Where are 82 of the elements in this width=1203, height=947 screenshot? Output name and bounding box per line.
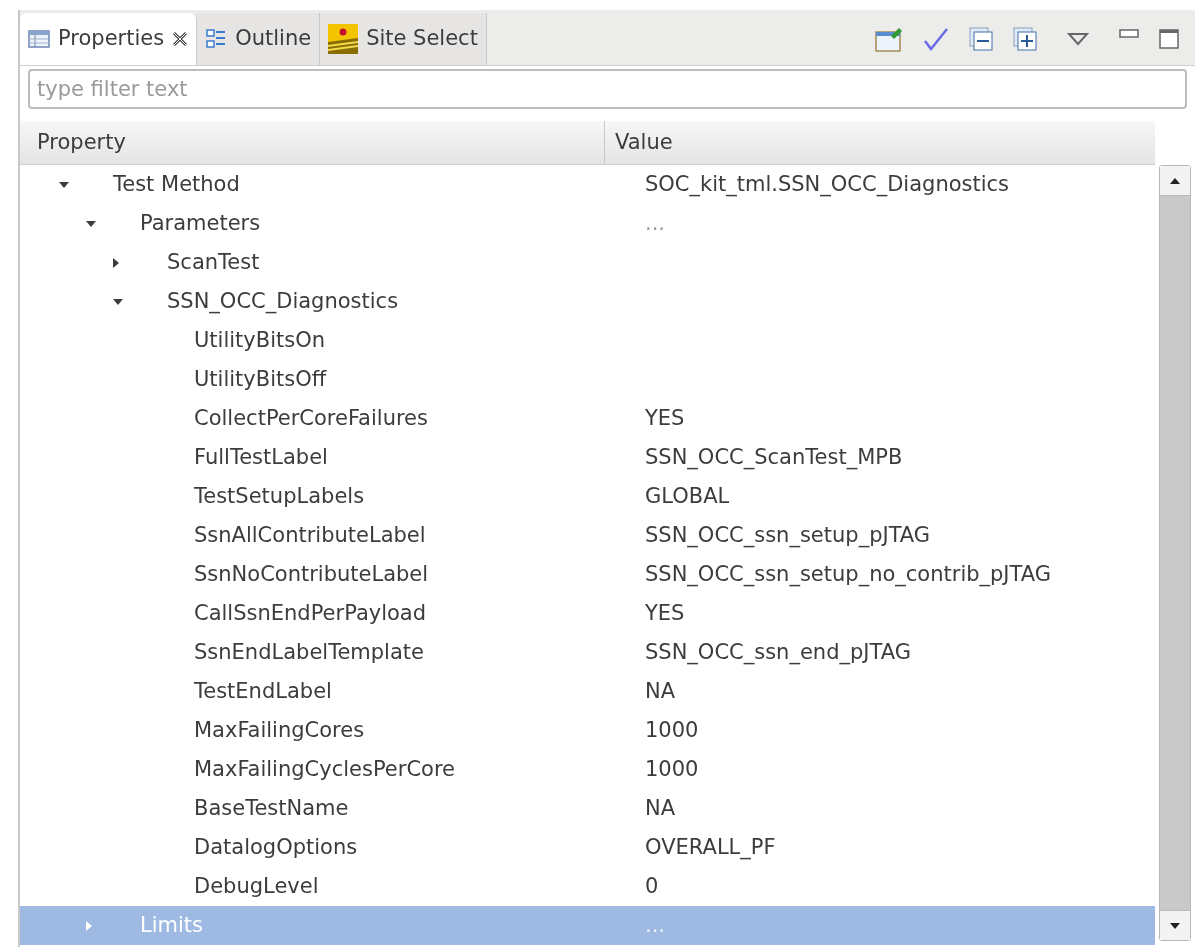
property-name: ScanTest [167,248,260,276]
tab-label: Site Select [366,25,478,53]
tree-row[interactable]: TestEndLabel NA [20,672,1155,711]
property-value: GLOBAL [645,483,730,508]
column-header[interactable]: Value [605,121,1155,164]
tree-row[interactable]: MaxFailingCores 1000 [20,711,1155,750]
expand-all-icon[interactable] [1013,27,1037,51]
tree-row[interactable]: MaxFailingCyclesPerCore 1000 [20,750,1155,789]
tree-row[interactable]: UtilityBitsOn [20,321,1155,360]
property-name: UtilityBitsOn [194,326,326,354]
property-value: 0 [645,873,659,898]
expanded-arrow-icon[interactable] [85,219,97,228]
tab-label: Properties [58,25,165,53]
property-value: SSN_OCC_ssn_setup_pJTAG [645,522,931,547]
property-value: SSN_OCC_ScanTest_MPB [645,444,903,469]
property-value: ... [645,210,666,235]
expanded-arrow-icon[interactable] [58,180,70,189]
property-name: SsnAllContributeLabel [194,521,426,549]
checkmark-icon[interactable] [923,27,949,51]
tree-row[interactable]: CallSsnEndPerPayload YES [20,594,1155,633]
collapse-all-icon[interactable] [969,27,993,51]
filter-field[interactable]: type filter text [28,69,1187,109]
property-name: DatalogOptions [194,833,358,861]
property-name: UtilityBitsOff [194,365,327,393]
tree-row[interactable]: TestSetupLabels GLOBAL [20,477,1155,516]
tree-row[interactable]: FullTestLabel SSN_OCC_ScanTest_MPB [20,438,1155,477]
property-value: OVERALL_PF [645,834,776,859]
property-name: TestSetupLabels [194,482,365,510]
scroll-up-icon[interactable] [1169,176,1181,185]
property-value: SOC_kit_tml.SSN_OCC_Diagnostics [645,171,1010,196]
property-name: SsnNoContributeLabel [194,560,429,588]
property-value: NA [645,795,676,820]
property-name: Parameters [140,209,261,237]
property-name: TestEndLabel [194,677,332,705]
property-name: DebugLevel [194,872,319,900]
property-value: SSN_OCC_ssn_setup_no_contrib_pJTAG [645,561,1052,586]
property-name: MaxFailingCores [194,716,365,744]
tree-row[interactable]: ScanTest [20,243,1155,282]
property-name: MaxFailingCyclesPerCore [194,755,455,783]
pin-panel-icon[interactable] [875,26,903,52]
tab[interactable]: Outline [197,13,321,65]
property-name: SSN_OCC_Diagnostics [167,287,399,316]
property-name: CollectPerCoreFailures [194,404,428,432]
tree-row[interactable]: SsnAllContributeLabel SSN_OCC_ssn_setup_pJTAG [20,516,1155,555]
maximize-icon[interactable] [1159,29,1179,49]
table-icon [28,29,50,49]
close-icon[interactable] [172,31,189,47]
minimize-icon[interactable] [1119,29,1139,39]
property-value: SSN_OCC_ssn_end_pJTAG [645,639,911,664]
property-value: 1000 [645,756,699,781]
tree-row[interactable]: Test Method SOC_kit_tml.SSN_OCC_Diagnostics [20,165,1155,204]
property-value: YES [645,600,685,625]
tree-row[interactable]: SSN_OCC_Diagnostics [20,282,1155,321]
outline-icon [205,28,228,50]
tree-row[interactable]: DatalogOptions OVERALL_PF [20,828,1155,867]
tree-row[interactable]: CollectPerCoreFailures YES [20,399,1155,438]
property-value: ... [645,912,666,937]
tree-row[interactable]: Parameters ... [20,204,1155,243]
tree-row[interactable]: UtilityBitsOff [20,360,1155,399]
tree-row[interactable]: SsnEndLabelTemplate SSN_OCC_ssn_end_pJTAG [20,633,1155,672]
property-name: BaseTestName [194,794,349,822]
scrollbar[interactable] [1159,165,1191,941]
property-value: YES [645,405,685,430]
field-icon [328,24,359,54]
scroll-down-icon[interactable] [1169,921,1181,930]
expanded-arrow-icon[interactable] [112,297,124,306]
property-name: SsnEndLabelTemplate [194,638,424,666]
tab-label: Outline [235,25,312,53]
collapsed-arrow-icon[interactable] [112,256,120,269]
view-menu-icon[interactable] [1067,32,1089,46]
property-name: Limits [140,911,203,939]
property-value: 1000 [645,717,699,742]
tree-row[interactable]: BaseTestName NA [20,789,1155,828]
property-name: FullTestLabel [194,443,328,471]
tree-row[interactable]: SsnNoContributeLabel SSN_OCC_ssn_setup_no_contrib_pJTAG [20,555,1155,594]
tab[interactable]: Properties [20,13,198,65]
property-value: NA [645,678,676,703]
column-header[interactable]: Property [20,121,605,164]
property-name: CallSsnEndPerPayload [194,599,427,627]
property-name: Test Method [113,170,240,198]
tab[interactable]: Site Select [320,13,487,65]
tree-row[interactable]: DebugLevel 0 [20,867,1155,906]
